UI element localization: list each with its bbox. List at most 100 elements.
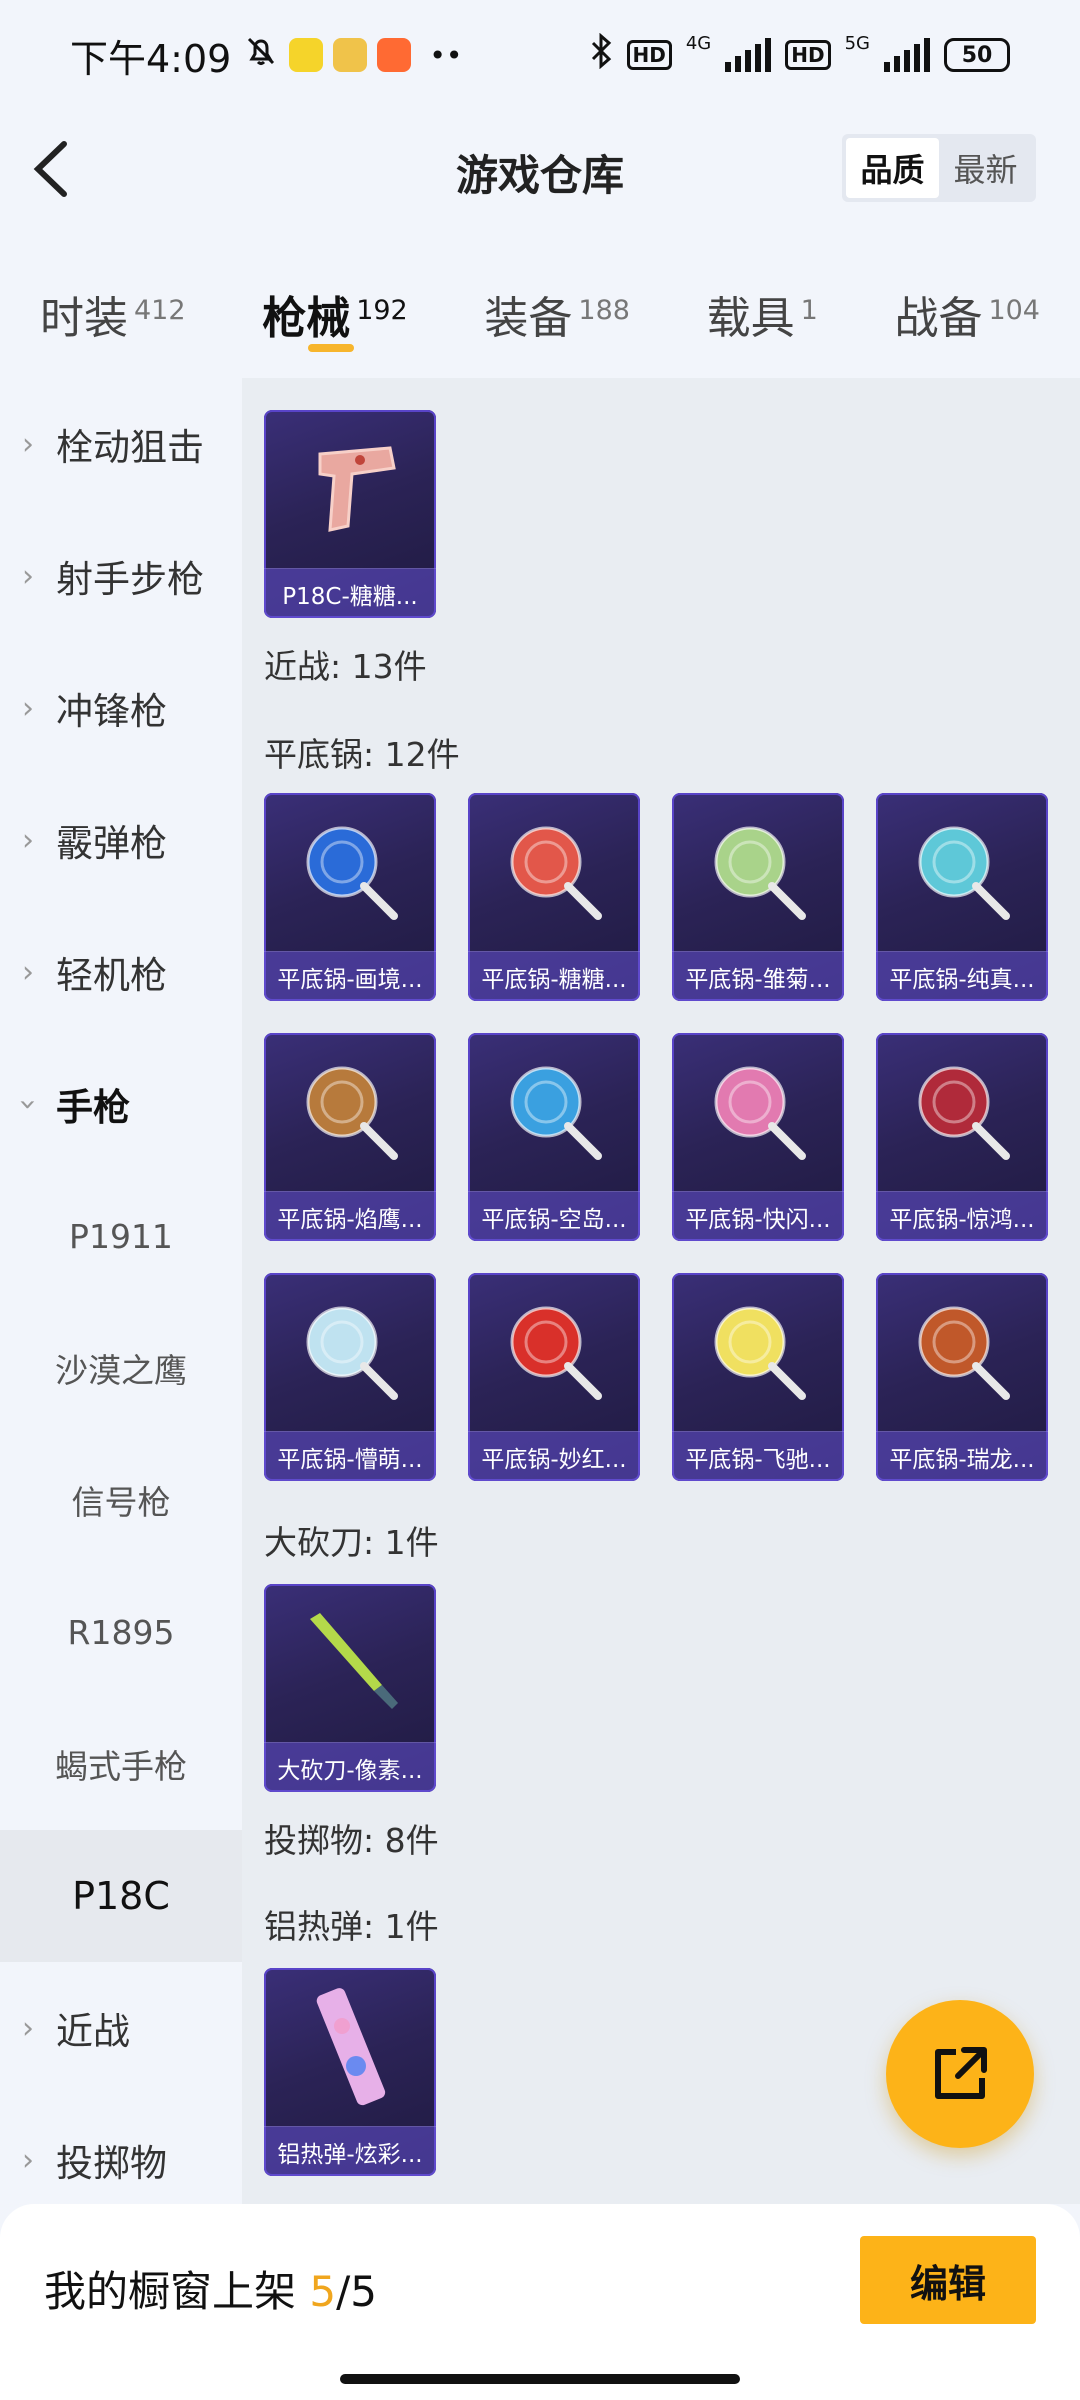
edit-button[interactable]: 编辑: [860, 2236, 1036, 2324]
network-5g-label: 5G: [844, 32, 870, 54]
tab-count: 1: [800, 295, 818, 326]
chevron-right-icon: ›: [22, 2142, 34, 2178]
section-header-melee: 近战: 13件: [264, 647, 427, 686]
pan-skin-image: [264, 793, 436, 951]
sidebar-item-label: 投掷物: [56, 2142, 167, 2185]
item-card-pan[interactable]: 平底锅-快闪...: [672, 1033, 844, 1241]
item-card-pan[interactable]: 平底锅-雏菊...: [672, 793, 844, 1001]
sidebar-item-label: 栓动狙击: [56, 426, 204, 469]
category-tabs: 时装 412 枪械 192 装备 188 载具 1 战备 104: [0, 260, 1080, 370]
item-card-name: 平底锅-瑞龙...: [876, 1431, 1048, 1481]
pan-skin-image: [876, 1033, 1048, 1191]
app-notification-icon: [333, 38, 368, 72]
sidebar-item-lmg[interactable]: › 轻机枪: [0, 906, 242, 1038]
item-card-pan[interactable]: 平底锅-飞驰...: [672, 1273, 844, 1481]
item-card-pan[interactable]: 平底锅-空岛...: [468, 1033, 640, 1241]
item-card-name: 平底锅-画境...: [264, 951, 436, 1001]
item-card-machete[interactable]: 大砍刀-像素...: [264, 1584, 436, 1792]
weapon-category-sidebar: › 栓动狙击 › 射手步枪 › 冲锋枪 › 霰弹枪 › 轻机枪 › 手枪 P1911 沙漠之…: [0, 378, 242, 2204]
tab-label: 时装: [40, 293, 128, 344]
tab-weapons[interactable]: 枪械 192: [262, 260, 408, 370]
sidebar-item-melee[interactable]: › 近战: [0, 1962, 242, 2094]
sidebar-item-bolt-sniper[interactable]: › 栓动狙击: [0, 378, 242, 510]
chevron-right-icon: ›: [22, 2010, 34, 2046]
tab-gear[interactable]: 战备 104: [894, 260, 1040, 370]
sidebar-item-label: 霰弹枪: [56, 822, 167, 865]
sidebar-subitem-flare-gun[interactable]: 信号枪: [0, 1434, 242, 1566]
item-card-pan[interactable]: 平底锅-焰鹰...: [264, 1033, 436, 1241]
item-card-name: 平底锅-快闪...: [672, 1191, 844, 1241]
sidebar-item-pistol[interactable]: › 手枪: [0, 1038, 242, 1170]
item-card-name: 平底锅-惊鸿...: [876, 1191, 1048, 1241]
item-card-pan[interactable]: 平底锅-妙红...: [468, 1273, 640, 1481]
pan-skin-image: [672, 1273, 844, 1431]
pistol-skin-image: [264, 410, 436, 568]
item-card-pan[interactable]: 平底锅-懵萌...: [264, 1273, 436, 1481]
item-card-name: 平底锅-懵萌...: [264, 1431, 436, 1481]
item-card-name: 铝热弹-炫彩...: [264, 2126, 436, 2176]
machete-skin-image: [264, 1584, 436, 1742]
sidebar-item-label: 轻机枪: [56, 954, 167, 997]
item-card-name: 平底锅-焰鹰...: [264, 1191, 436, 1241]
item-card-p18c[interactable]: P18C-糖糖...: [264, 410, 436, 618]
item-card-pan[interactable]: 平底锅-瑞龙...: [876, 1273, 1048, 1481]
sidebar-item-smg[interactable]: › 冲锋枪: [0, 642, 242, 774]
chevron-right-icon: ›: [22, 558, 34, 594]
sidebar-subitem-skorpion[interactable]: 蝎式手枪: [0, 1698, 242, 1830]
tab-equipment[interactable]: 装备 188: [484, 260, 630, 370]
tab-skins[interactable]: 时装 412: [40, 260, 186, 370]
tab-count: 188: [578, 295, 630, 326]
tab-label: 战备: [894, 293, 983, 344]
sort-newest-button[interactable]: 最新: [939, 138, 1032, 198]
status-time: 下午4:09: [70, 36, 232, 81]
item-card-name: 平底锅-纯真...: [876, 951, 1048, 1001]
sidebar-item-label: 近战: [56, 2010, 130, 2053]
chevron-right-icon: ›: [22, 822, 34, 858]
pan-skin-image: [672, 1033, 844, 1191]
item-card-pan[interactable]: 平底锅-糖糖...: [468, 793, 640, 1001]
app-notification-icon: [377, 38, 412, 72]
item-card-name: 平底锅-糖糖...: [468, 951, 640, 1001]
tab-vehicles[interactable]: 载具 1: [707, 260, 818, 370]
item-card-pan[interactable]: 平底锅-惊鸿...: [876, 1033, 1048, 1241]
sidebar-subitem-p18c[interactable]: P18C: [0, 1830, 242, 1962]
battery-icon: 50: [944, 38, 1010, 72]
sort-toggle: 品质 最新: [842, 134, 1036, 202]
sidebar-item-label: 手枪: [56, 1086, 130, 1129]
more-notifications-icon: ••: [429, 38, 463, 72]
section-header-thermite: 铝热弹: 1件: [264, 1907, 439, 1946]
sidebar-subitem-desert-eagle[interactable]: 沙漠之鹰: [0, 1302, 242, 1434]
external-link-icon: [935, 2047, 987, 2099]
chevron-right-icon: ›: [22, 690, 34, 726]
sidebar-item-marksman-rifle[interactable]: › 射手步枪: [0, 510, 242, 642]
pan-skin-image: [468, 1273, 640, 1431]
item-card-pan[interactable]: 平底锅-纯真...: [876, 793, 1048, 1001]
app-notification-icon: [289, 38, 324, 72]
pan-skin-image: [672, 793, 844, 951]
item-card-pan[interactable]: 平底锅-画境...: [264, 793, 436, 1001]
showcase-current-count: 5: [309, 2267, 337, 2316]
sidebar-subitem-p1911[interactable]: P1911: [0, 1170, 242, 1302]
item-grid-panel[interactable]: P18C-糖糖... 近战: 13件 平底锅: 12件 平底锅-画境... 平底锅…: [242, 378, 1080, 2204]
tab-count: 104: [988, 295, 1040, 326]
item-card-name: 平底锅-雏菊...: [672, 951, 844, 1001]
tab-count: 192: [356, 295, 408, 326]
sidebar-item-throwables[interactable]: › 投掷物: [0, 2094, 242, 2204]
pan-skin-image: [468, 1033, 640, 1191]
sidebar-subitem-r1895[interactable]: R1895: [0, 1566, 242, 1698]
sidebar-item-shotgun[interactable]: › 霰弹枪: [0, 774, 242, 906]
sort-quality-button[interactable]: 品质: [846, 138, 939, 198]
section-header-pan: 平底锅: 12件: [264, 735, 460, 774]
thermite-skin-image: [264, 1968, 436, 2126]
section-header-throwables: 投掷物: 8件: [264, 1821, 439, 1860]
share-fab-button[interactable]: [886, 2000, 1034, 2148]
item-card-name: 平底锅-空岛...: [468, 1191, 640, 1241]
tab-label: 装备: [484, 293, 573, 344]
home-indicator[interactable]: [340, 2374, 740, 2384]
showcase-total-count: /5: [336, 2267, 377, 2316]
signal-icon: [725, 38, 772, 72]
tab-label: 载具: [706, 293, 795, 344]
app-header: 游戏仓库 品质 最新: [0, 110, 1080, 230]
item-card-thermite[interactable]: 铝热弹-炫彩...: [264, 1968, 436, 2176]
showcase-bottom-bar: 我的橱窗上架 5/5 编辑: [0, 2204, 1080, 2400]
